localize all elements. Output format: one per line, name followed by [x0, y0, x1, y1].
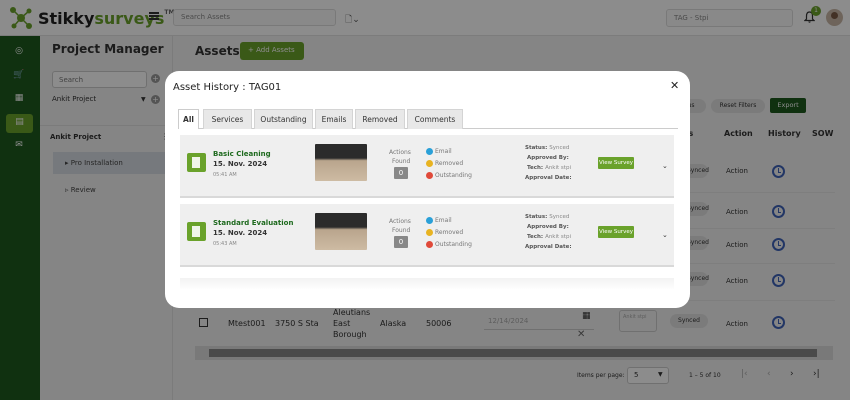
view-survey-button[interactable]: View Survey	[598, 226, 634, 238]
status-field: Status: Synced	[525, 214, 570, 220]
outstanding-label: Outstanding	[435, 241, 472, 248]
approved-by-field: Approved By:	[527, 155, 569, 161]
outstanding-dot-icon	[426, 241, 433, 248]
removed-label: Removed	[435, 160, 464, 167]
found-count: 0	[394, 236, 408, 248]
service-date: 15. Nov. 2024	[213, 229, 268, 237]
tab-emails[interactable]: Emails	[315, 109, 353, 129]
found-label: Found	[392, 227, 411, 234]
modal-title: Asset History : TAG01	[173, 82, 282, 93]
approval-date-field: Approval Date:	[525, 175, 572, 181]
service-time: 05:43 AM	[213, 241, 237, 247]
email-dot-icon	[426, 148, 433, 155]
removed-label: Removed	[435, 229, 464, 236]
history-card[interactable]: Standard Evaluation 15. Nov. 2024 05:43 …	[180, 204, 674, 267]
card-list-end	[180, 278, 674, 290]
email-dot-icon	[426, 217, 433, 224]
service-time: 05:41 AM	[213, 172, 237, 178]
email-label: Email	[435, 148, 452, 155]
removed-dot-icon	[426, 229, 433, 236]
view-survey-button[interactable]: View Survey	[598, 157, 634, 169]
tab-comments[interactable]: Comments	[407, 109, 463, 129]
close-icon[interactable]: ✕	[670, 79, 679, 92]
tech-field: Tech: Ankit stpi	[527, 234, 571, 240]
actions-label: Actions	[389, 149, 411, 156]
approval-date-field: Approval Date:	[525, 244, 572, 250]
tab-services[interactable]: Services	[203, 109, 252, 129]
found-count: 0	[394, 167, 408, 179]
chevron-down-icon[interactable]: ⌄	[662, 162, 668, 170]
status-field: Status: Synced	[525, 145, 570, 151]
service-date: 15. Nov. 2024	[213, 160, 268, 168]
service-name: Basic Cleaning	[213, 150, 271, 158]
chevron-down-icon[interactable]: ⌄	[662, 231, 668, 239]
history-card[interactable]: Basic Cleaning 15. Nov. 2024 05:41 AM Ac…	[180, 135, 674, 198]
outstanding-label: Outstanding	[435, 172, 472, 179]
found-label: Found	[392, 158, 411, 165]
service-icon	[187, 222, 206, 241]
tab-all[interactable]: All	[178, 109, 199, 129]
asset-photo[interactable]	[315, 144, 367, 181]
service-name: Standard Evaluation	[213, 219, 294, 227]
email-label: Email	[435, 217, 452, 224]
approved-by-field: Approved By:	[527, 224, 569, 230]
asset-history-modal: Asset History : TAG01 ✕ All Services Out…	[165, 71, 690, 308]
modal-tabs: All Services Outstanding Emails Removed …	[178, 109, 678, 129]
actions-label: Actions	[389, 218, 411, 225]
service-icon	[187, 153, 206, 172]
tab-removed[interactable]: Removed	[355, 109, 405, 129]
asset-photo[interactable]	[315, 213, 367, 250]
tech-field: Tech: Ankit stpi	[527, 165, 571, 171]
outstanding-dot-icon	[426, 172, 433, 179]
tab-outstanding[interactable]: Outstanding	[254, 109, 313, 129]
removed-dot-icon	[426, 160, 433, 167]
